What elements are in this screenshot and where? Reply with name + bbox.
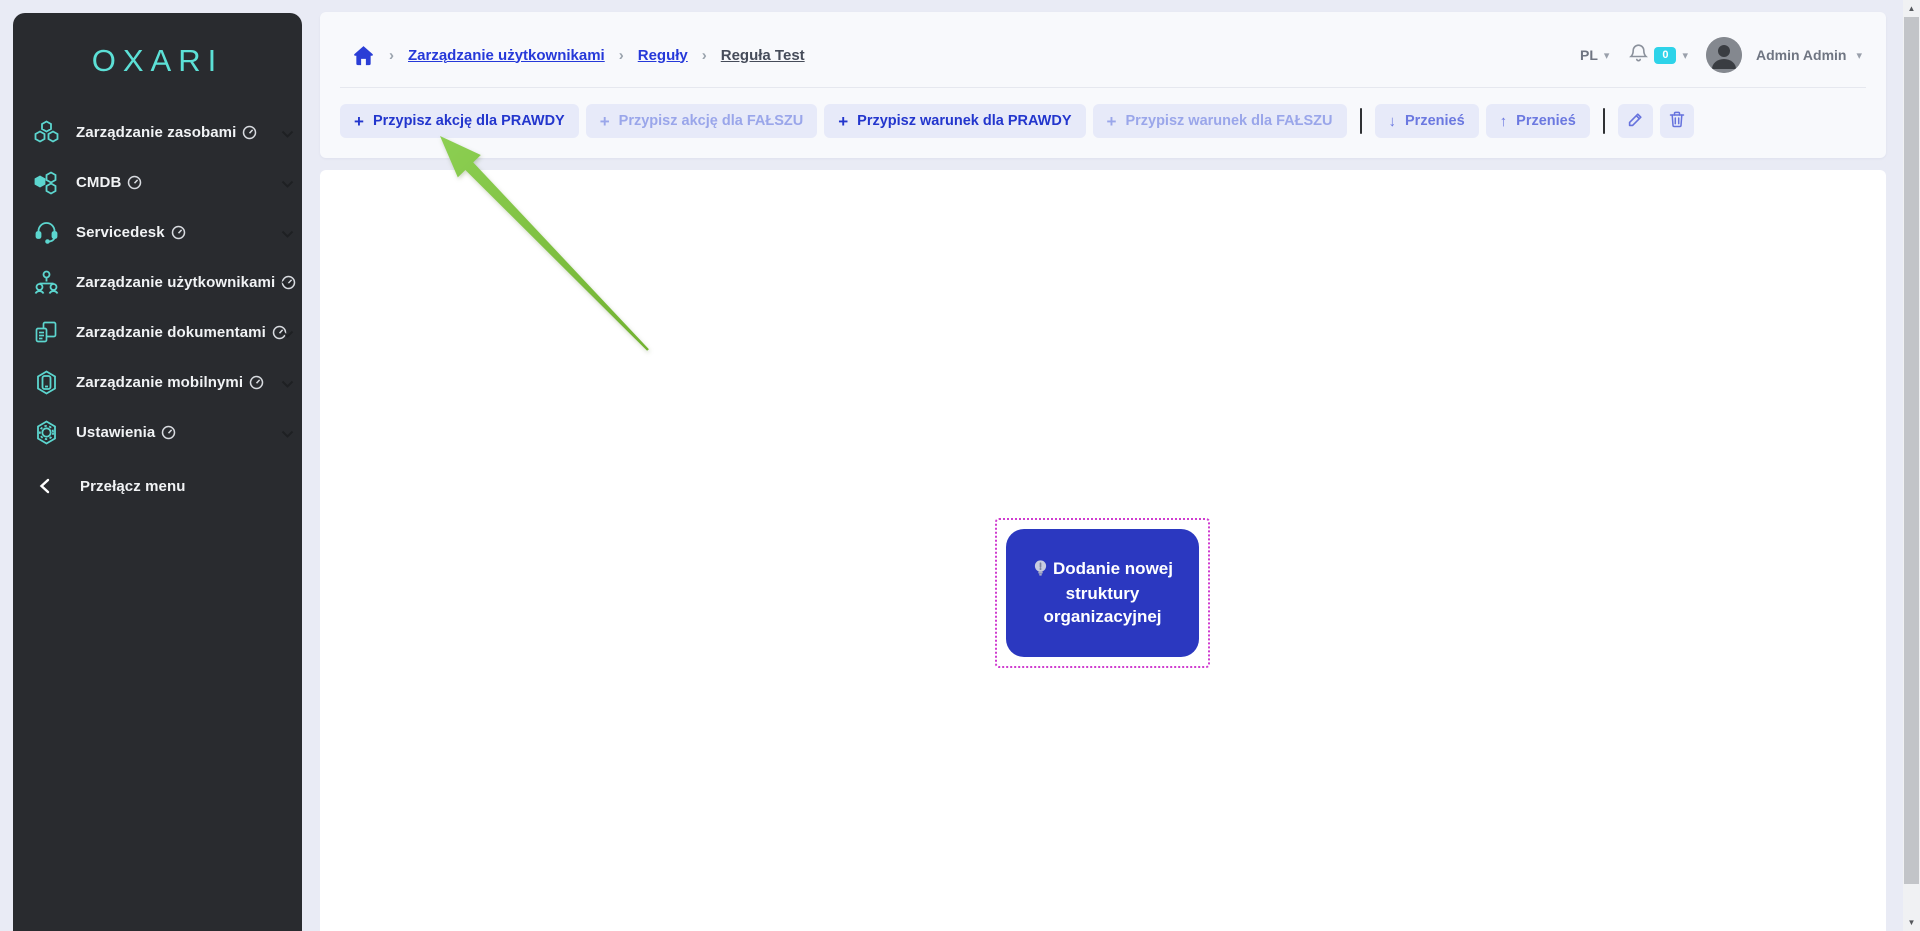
breadcrumb-link-user-management[interactable]: Zarządzanie użytkownikami bbox=[408, 47, 605, 64]
assign-condition-true-button[interactable]: + Przypisz warunek dla PRAWDY bbox=[824, 104, 1085, 138]
sidebar-item-label: Zarządzanie użytkownikami bbox=[76, 274, 275, 291]
plus-icon: + bbox=[1107, 113, 1117, 130]
notifications-button[interactable]: 0 ▾ bbox=[1629, 43, 1688, 68]
move-up-button[interactable]: ↑ Przenieś bbox=[1486, 104, 1590, 138]
toggle-menu-button[interactable]: Przełącz menu bbox=[13, 461, 302, 511]
assets-icon bbox=[33, 119, 60, 146]
sidebar-item-label: Zarządzanie mobilnymi bbox=[76, 374, 243, 391]
assign-action-false-button[interactable]: + Przypisz akcję dla FAŁSZU bbox=[586, 104, 817, 138]
breadcrumb: › Zarządzanie użytkownikami › Reguły › R… bbox=[352, 45, 805, 66]
sidebar-item-zarzadzanie-zasobami[interactable]: Zarządzanie zasobami bbox=[13, 107, 302, 157]
breadcrumb-separator: › bbox=[702, 47, 707, 64]
chevron-left-icon bbox=[39, 478, 50, 494]
gauge-icon bbox=[242, 125, 257, 140]
mobile-icon bbox=[33, 369, 60, 396]
chevron-down-icon bbox=[281, 226, 294, 244]
sidebar-item-label: Servicedesk bbox=[76, 224, 165, 241]
rule-canvas[interactable]: Dodanie nowej struktury organizacyjnej bbox=[320, 170, 1886, 931]
chevron-down-icon bbox=[281, 126, 294, 144]
node-label: Dodanie nowej struktury organizacyjnej bbox=[1043, 559, 1173, 626]
assign-action-true-label: Przypisz akcję dla PRAWDY bbox=[373, 113, 565, 129]
plus-icon: + bbox=[838, 113, 848, 130]
chevron-down-icon bbox=[281, 176, 294, 194]
assign-condition-false-button[interactable]: + Przypisz warunek dla FAŁSZU bbox=[1093, 104, 1347, 138]
sidebar-item-label: Zarządzanie dokumentami bbox=[76, 324, 266, 341]
breadcrumb-separator: › bbox=[389, 47, 394, 64]
scrollbar-up-button[interactable]: ▲ bbox=[1903, 0, 1920, 17]
rule-toolbar: + Przypisz akcję dla PRAWDY + Przypisz a… bbox=[340, 104, 1886, 138]
sidebar-item-label: CMDB bbox=[76, 174, 121, 191]
avatar[interactable] bbox=[1706, 37, 1742, 73]
documents-icon bbox=[33, 319, 60, 346]
home-icon[interactable] bbox=[352, 45, 375, 66]
toggle-menu-label: Przełącz menu bbox=[80, 478, 186, 495]
sidebar-item-cmdb[interactable]: CMDB bbox=[13, 157, 302, 207]
sidebar-item-label: Ustawienia bbox=[76, 424, 155, 441]
sidebar-item-label: Zarządzanie zasobami bbox=[76, 124, 236, 141]
settings-icon bbox=[33, 419, 60, 446]
trash-icon bbox=[1669, 111, 1685, 132]
users-icon bbox=[33, 269, 60, 296]
move-down-label: Przenieś bbox=[1405, 113, 1465, 129]
caret-down-icon: ▾ bbox=[1682, 49, 1688, 62]
move-up-label: Przenieś bbox=[1516, 113, 1576, 129]
assign-action-true-button[interactable]: + Przypisz akcję dla PRAWDY bbox=[340, 104, 579, 138]
arrow-down-icon: ↓ bbox=[1389, 114, 1397, 129]
selected-node-outline[interactable]: Dodanie nowej struktury organizacyjnej bbox=[995, 518, 1210, 668]
sidebar-item-servicedesk[interactable]: Servicedesk bbox=[13, 207, 302, 257]
scrollbar-thumb[interactable] bbox=[1904, 17, 1919, 884]
move-down-button[interactable]: ↓ Przenieś bbox=[1375, 104, 1479, 138]
breadcrumb-separator: › bbox=[619, 47, 624, 64]
oxari-logo: OXARI bbox=[13, 43, 302, 79]
sidebar-nav: Zarządzanie zasobami CMDB bbox=[13, 107, 302, 511]
breadcrumb-link-rules[interactable]: Reguły bbox=[638, 47, 688, 64]
language-selector[interactable]: PL ▾ bbox=[1580, 47, 1609, 63]
gauge-icon bbox=[127, 175, 142, 190]
gauge-icon bbox=[161, 425, 176, 440]
servicedesk-icon bbox=[33, 219, 60, 246]
toolbar-separator bbox=[1603, 108, 1605, 134]
pencil-icon bbox=[1627, 111, 1644, 132]
sidebar: OXARI Zarządzanie zasobami bbox=[13, 13, 302, 931]
assign-action-false-label: Przypisz akcję dla FAŁSZU bbox=[619, 113, 804, 129]
sidebar-item-zarzadzanie-uzytkownikami[interactable]: Zarządzanie użytkownikami bbox=[13, 257, 302, 307]
scrollbar-down-button[interactable]: ▼ bbox=[1903, 914, 1920, 931]
caret-down-icon: ▾ bbox=[1856, 49, 1862, 62]
toolbar-separator bbox=[1360, 108, 1362, 134]
sidebar-item-zarzadzanie-mobilnymi[interactable]: Zarządzanie mobilnymi bbox=[13, 357, 302, 407]
assign-condition-true-label: Przypisz warunek dla PRAWDY bbox=[857, 113, 1071, 129]
bell-icon bbox=[1629, 43, 1648, 68]
user-menu[interactable]: Admin Admin bbox=[1756, 47, 1846, 63]
page-scrollbar: ▲ ▼ bbox=[1903, 0, 1920, 931]
delete-button[interactable] bbox=[1660, 104, 1694, 138]
chevron-down-icon bbox=[281, 376, 294, 394]
assign-condition-false-label: Przypisz warunek dla FAŁSZU bbox=[1125, 113, 1332, 129]
breadcrumb-current-rule-test[interactable]: Reguła Test bbox=[721, 47, 805, 64]
edit-button[interactable] bbox=[1618, 104, 1653, 138]
gauge-icon bbox=[171, 225, 186, 240]
plus-icon: + bbox=[600, 113, 610, 130]
top-bar-card: › Zarządzanie użytkownikami › Reguły › R… bbox=[320, 12, 1886, 158]
gauge-icon bbox=[249, 375, 264, 390]
chevron-down-icon bbox=[281, 426, 294, 444]
plus-icon: + bbox=[354, 113, 364, 130]
cmdb-icon bbox=[33, 169, 60, 196]
lightbulb-icon bbox=[1032, 559, 1049, 583]
notification-count-badge: 0 bbox=[1654, 47, 1676, 64]
user-bar: PL ▾ 0 ▾ Admin Adm bbox=[1580, 37, 1862, 73]
language-code: PL bbox=[1580, 47, 1598, 63]
chevron-down-icon bbox=[281, 326, 294, 344]
sidebar-item-ustawienia[interactable]: Ustawienia bbox=[13, 407, 302, 457]
arrow-up-icon: ↑ bbox=[1500, 114, 1508, 129]
chevron-down-icon bbox=[281, 276, 294, 294]
caret-down-icon: ▾ bbox=[1604, 49, 1610, 62]
topcard-divider bbox=[340, 87, 1866, 88]
sidebar-item-zarzadzanie-dokumentami[interactable]: Zarządzanie dokumentami bbox=[13, 307, 302, 357]
rule-node-dodanie-nowej-struktury[interactable]: Dodanie nowej struktury organizacyjnej bbox=[1006, 529, 1199, 657]
